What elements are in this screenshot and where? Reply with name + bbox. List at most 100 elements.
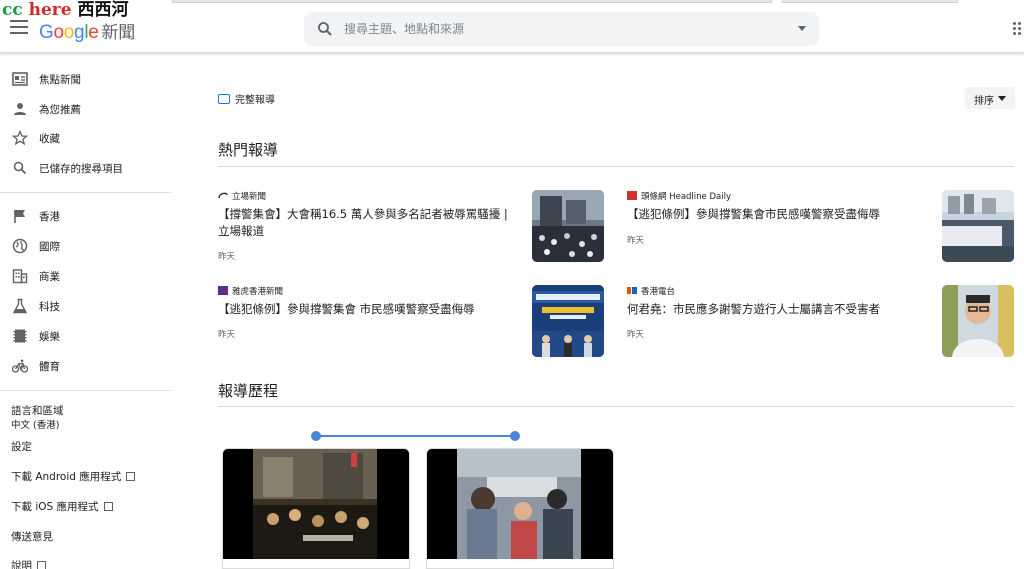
- sidebar-item-label: 為您推薦: [39, 104, 81, 116]
- apps-grid-icon[interactable]: [1013, 22, 1024, 36]
- timeline-video-card[interactable]: [426, 448, 614, 569]
- story-card[interactable]: 香港電台 何君堯：市民應多謝警方遊行人士屬講言不受害者 昨天: [627, 285, 1014, 360]
- sidebar-item-top-stories[interactable]: 焦點新聞: [0, 65, 175, 93]
- browser-strip: [782, 0, 958, 3]
- building-icon: [12, 269, 28, 284]
- help-label: 說明: [11, 560, 32, 569]
- bicycle-icon: [12, 359, 28, 373]
- sidebar-item-entertainment[interactable]: 娛樂: [0, 322, 175, 350]
- logo-letter: e: [88, 22, 99, 43]
- search-icon: [318, 22, 332, 36]
- story-source-name: 香港電台: [641, 287, 676, 297]
- logo-letter: o: [63, 22, 75, 43]
- source-logo-icon: [218, 286, 228, 295]
- search-bar[interactable]: [304, 12, 819, 46]
- story-card[interactable]: 頭條網 Headline Daily 【逃犯條例】參與撐警集會市民感嘆警察受盡侮…: [627, 190, 1014, 265]
- source-logo-icon: [627, 191, 637, 200]
- timeline-dot[interactable]: [311, 431, 321, 441]
- story-headline[interactable]: 【逃犯條例】參與撐警集會市民感嘆警察受盡侮辱: [627, 206, 917, 223]
- sidebar-item-hong-kong[interactable]: 香港: [0, 202, 175, 230]
- timeline-video-card[interactable]: [222, 448, 410, 569]
- section-divider: [218, 406, 1014, 407]
- globe-icon: [12, 238, 28, 254]
- logo-letter: o: [53, 22, 64, 43]
- story-source: 頭條網 Headline Daily: [627, 190, 731, 202]
- sort-dropdown[interactable]: 排序: [965, 87, 1015, 109]
- timeline-line: [316, 435, 516, 437]
- ios-app-label: 下載 iOS 應用程式: [11, 501, 99, 513]
- story-time: 昨天: [218, 330, 236, 340]
- sidebar-item-label: 國際: [39, 241, 60, 253]
- sidebar-item-label: 體育: [39, 361, 60, 373]
- help-link[interactable]: 說明: [11, 558, 46, 569]
- film-icon: [13, 329, 27, 343]
- flask-icon: [12, 298, 28, 314]
- story-source: 雅虎香港新聞: [218, 285, 283, 297]
- section-divider: [218, 166, 1014, 167]
- timeline-dot[interactable]: [510, 431, 520, 441]
- external-link-icon: [126, 472, 136, 481]
- story-thumbnail[interactable]: [942, 285, 1014, 357]
- video-thumbnail: [223, 449, 409, 559]
- story-thumbnail[interactable]: [532, 285, 604, 357]
- external-link-icon: [103, 502, 113, 511]
- sidebar: 焦點新聞 為您推薦 收藏 已儲存的搜尋項目 香港 國際 商業 科技 娛樂 體育 …: [0, 60, 175, 569]
- product-name: 新聞: [101, 23, 136, 42]
- story-headline[interactable]: 何君堯：市民應多謝警方遊行人士屬講言不受害者: [627, 301, 917, 318]
- search-icon: [13, 161, 27, 175]
- video-thumbnail: [427, 449, 613, 559]
- sidebar-item-label: 收藏: [39, 133, 60, 145]
- story-time: 昨天: [627, 330, 645, 340]
- story-time: 昨天: [218, 252, 236, 262]
- sidebar-item-for-you[interactable]: 為您推薦: [0, 95, 175, 123]
- menu-icon[interactable]: [10, 20, 28, 36]
- android-app-label: 下載 Android 應用程式: [11, 471, 122, 483]
- android-app-link[interactable]: 下載 Android 應用程式: [11, 469, 136, 484]
- chevron-down-icon: [998, 96, 1006, 101]
- star-icon: [12, 130, 28, 146]
- feedback-link[interactable]: 傳送意見: [11, 529, 53, 544]
- story-thumbnail[interactable]: [942, 190, 1014, 262]
- story-card[interactable]: 立場新聞 【撐警集會】大會稱16.5 萬人參與多名記者被辱罵騷擾 | 立場報道 …: [218, 190, 604, 265]
- search-options-dropdown-icon[interactable]: [798, 26, 806, 31]
- story-source-name: 頭條網 Headline Daily: [641, 192, 731, 202]
- sidebar-item-sports[interactable]: 體育: [0, 352, 175, 380]
- newspaper-icon: [12, 72, 28, 86]
- story-card[interactable]: 雅虎香港新聞 【逃犯條例】參與撐警集會 市民感嘆警察受盡侮辱 昨天: [218, 285, 604, 360]
- external-link-icon: [37, 561, 46, 569]
- full-coverage-link[interactable]: 完整報導: [218, 91, 275, 106]
- sort-label: 排序: [974, 96, 994, 107]
- story-thumbnail[interactable]: [532, 190, 604, 262]
- sidebar-item-label: 焦點新聞: [39, 74, 81, 86]
- watermark-logo: cc here 西西河: [2, 0, 129, 20]
- sidebar-item-saved-searches[interactable]: 已儲存的搜尋項目: [0, 154, 175, 182]
- top-app-bar: Google 新聞: [0, 0, 1024, 53]
- browser-strip: [172, 0, 772, 3]
- story-time: 昨天: [627, 236, 645, 246]
- sidebar-item-business[interactable]: 商業: [0, 262, 175, 290]
- sidebar-item-label: 商業: [39, 271, 60, 283]
- sidebar-item-label: 科技: [39, 301, 60, 313]
- person-icon: [14, 103, 26, 115]
- logo-letter: G: [39, 22, 54, 43]
- sidebar-divider: [0, 192, 171, 193]
- sidebar-item-favorites[interactable]: 收藏: [0, 124, 175, 152]
- source-logo-icon: [627, 287, 637, 294]
- sidebar-divider: [0, 390, 171, 391]
- story-source: 立場新聞: [218, 190, 266, 202]
- story-headline[interactable]: 【逃犯條例】參與撐警集會 市民感嘆警察受盡侮辱: [218, 301, 518, 318]
- watermark-part2: here: [28, 0, 72, 20]
- story-source: 香港電台: [627, 285, 675, 297]
- sidebar-item-label: 香港: [39, 211, 60, 223]
- flag-icon: [14, 210, 25, 223]
- google-news-logo[interactable]: Google 新聞: [39, 18, 135, 44]
- ios-app-link[interactable]: 下載 iOS 應用程式: [11, 499, 113, 514]
- story-source-name: 雅虎香港新聞: [232, 287, 284, 297]
- sidebar-item-technology[interactable]: 科技: [0, 292, 175, 320]
- settings-link[interactable]: 設定: [11, 439, 32, 454]
- sidebar-item-world[interactable]: 國際: [0, 232, 175, 260]
- story-headline[interactable]: 【撐警集會】大會稱16.5 萬人參與多名記者被辱罵騷擾 | 立場報道: [218, 206, 518, 240]
- language-region-link[interactable]: 語言和區域: [11, 403, 64, 418]
- story-source-name: 立場新聞: [232, 192, 267, 202]
- search-input[interactable]: [344, 19, 764, 39]
